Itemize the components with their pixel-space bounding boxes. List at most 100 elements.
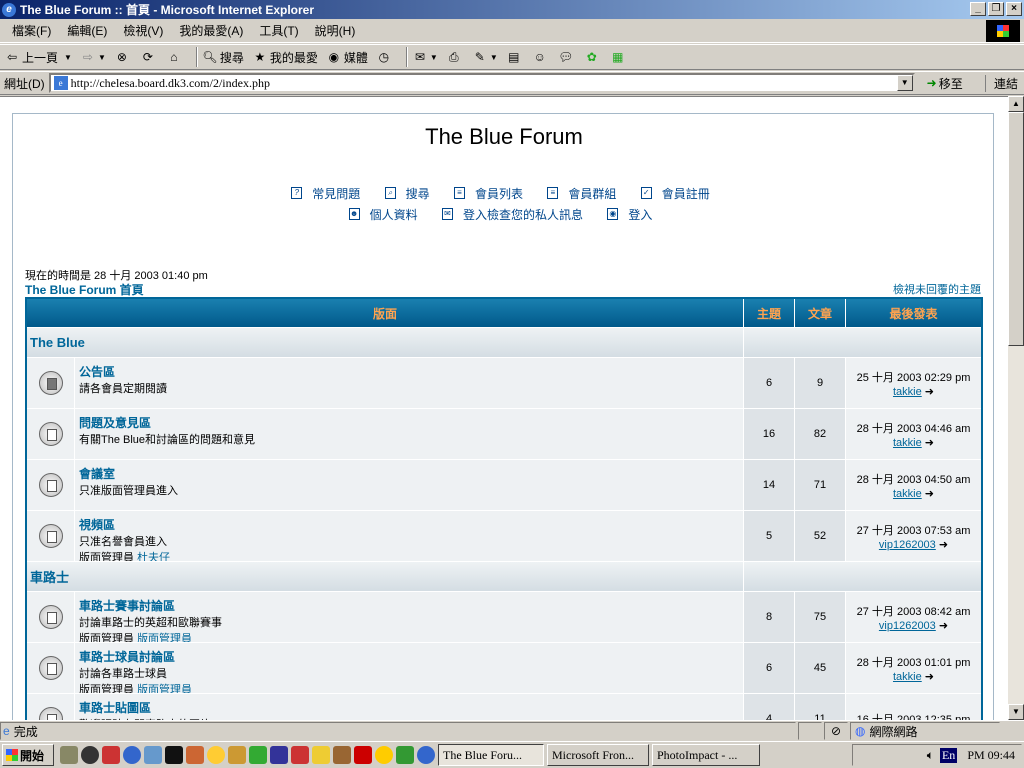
forum-name-link[interactable]: 車路士賽事討論區 — [79, 597, 739, 614]
task-ie[interactable]: The Blue Foru... — [438, 744, 544, 766]
view-latest-icon[interactable]: ➜ — [925, 437, 934, 449]
ql-icon[interactable] — [354, 746, 372, 764]
menu-view[interactable]: 檢視(V) — [115, 22, 171, 39]
category-name[interactable]: The Blue — [27, 328, 744, 357]
unanswered-link[interactable]: 檢視未回覆的主題 — [893, 281, 981, 297]
address-dropdown[interactable]: ▼ — [896, 75, 913, 91]
forum-name-link[interactable]: 車路士貼圖區 — [79, 699, 739, 716]
nav-profile[interactable]: ☻ 個人資料 — [348, 206, 425, 223]
history-button[interactable]: ◷ — [376, 49, 394, 65]
scroll-thumb[interactable] — [1008, 112, 1024, 346]
last-post-user[interactable]: vip1262003 — [879, 620, 936, 632]
scroll-up-button[interactable]: ▲ — [1008, 96, 1024, 112]
last-post-date: 28 十月 2003 04:46 am — [856, 422, 971, 435]
home-button[interactable]: ⌂ — [166, 49, 184, 65]
forum-name-link[interactable]: 會議室 — [79, 465, 739, 482]
view-latest-icon[interactable]: ➜ — [925, 671, 934, 683]
stop-button[interactable]: ⊗ — [114, 49, 132, 65]
forum-name-link[interactable]: 車路士球員討論區 — [79, 648, 739, 665]
scroll-down-button[interactable]: ▼ — [1008, 704, 1024, 720]
go-button[interactable]: ➜ 移至 — [927, 75, 963, 92]
chat-button[interactable]: 💬︎ — [558, 49, 576, 65]
icq-button[interactable]: ✿ — [584, 49, 602, 65]
media-button[interactable]: ◉ 媒體 — [326, 49, 368, 66]
category-name[interactable]: 車路士 — [27, 562, 744, 591]
lite-button[interactable]: ▦ — [610, 49, 628, 65]
nav-memberlist[interactable]: ≡ 會員列表 — [453, 185, 530, 202]
back-button[interactable]: ⇦ 上一頁 ▼ — [4, 49, 72, 66]
edit-button[interactable]: ✎ ▼ — [472, 49, 498, 65]
ql-icon[interactable] — [102, 746, 120, 764]
last-post-user[interactable]: takkie — [893, 671, 922, 683]
task-photoimpact[interactable]: PhotoImpact - ... — [652, 744, 760, 766]
ql-icon[interactable] — [228, 746, 246, 764]
view-latest-icon[interactable]: ➜ — [925, 488, 934, 500]
close-button[interactable]: × — [1006, 2, 1022, 16]
forum-row: 車路士賽事討論區 討論車路士的英超和歐聯賽事 版面管理員 版面管理員 8 75 … — [27, 591, 981, 642]
forum-moderator: 版面管理員 版面管理員 — [79, 630, 739, 642]
forum-name-link[interactable]: 公告區 — [79, 363, 739, 380]
ql-icon[interactable] — [417, 746, 435, 764]
go-arrow-icon: ➜ — [926, 76, 937, 90]
task-frontpage[interactable]: Microsoft Fron... — [547, 744, 649, 766]
forum-info: 會議室 只准版面管理員進入 — [75, 460, 744, 510]
folder-icon — [27, 643, 75, 693]
view-latest-icon[interactable]: ➜ — [925, 386, 934, 398]
last-post-user[interactable]: takkie — [893, 488, 922, 500]
refresh-button[interactable]: ⟳ — [140, 49, 158, 65]
forum-home-link[interactable]: The Blue Forum 首頁 — [25, 281, 144, 298]
ql-icon[interactable] — [123, 746, 141, 764]
last-post-user[interactable]: takkie — [893, 437, 922, 449]
address-input[interactable]: e http://chelesa.board.dk3.com/2/index.p… — [48, 73, 915, 93]
mail-button[interactable]: ✉ ▼ — [412, 49, 438, 65]
vertical-scrollbar[interactable]: ▲ ▼ — [1008, 96, 1024, 720]
ql-icon[interactable] — [186, 746, 204, 764]
nav-groups[interactable]: ≡ 會員群組 — [547, 185, 623, 202]
minimize-button[interactable]: _ — [970, 2, 986, 16]
forum-name-link[interactable]: 視頻區 — [79, 516, 739, 533]
last-post-user[interactable]: takkie — [893, 386, 922, 398]
nav-search[interactable]: ⌕ 搜尋 — [384, 185, 437, 202]
ql-icon[interactable] — [144, 746, 162, 764]
ql-icon[interactable] — [333, 746, 351, 764]
nav-login[interactable]: ◉ 登入 — [607, 206, 659, 223]
lang-indicator[interactable]: En — [939, 747, 958, 763]
nav-messages[interactable]: ✉ 登入檢查您的私人訊息 — [441, 206, 590, 223]
messenger-button[interactable]: ☺ — [532, 49, 550, 65]
ql-icon[interactable] — [312, 746, 330, 764]
ql-icon[interactable] — [270, 746, 288, 764]
moderator-link[interactable]: 杜夫仔 — [137, 552, 170, 561]
view-latest-icon[interactable]: ➜ — [939, 620, 948, 632]
folder-icon — [27, 592, 75, 642]
ql-icon[interactable] — [207, 746, 225, 764]
volume-icon[interactable]: 🔈︎ — [927, 748, 934, 763]
favorites-button[interactable]: ★ 我的最愛 — [252, 49, 317, 66]
ql-icon[interactable] — [291, 746, 309, 764]
ql-icon[interactable] — [396, 746, 414, 764]
ql-icon[interactable] — [249, 746, 267, 764]
ql-icon[interactable] — [375, 746, 393, 764]
menu-favorites[interactable]: 我的最愛(A) — [171, 22, 251, 39]
ql-icon[interactable] — [165, 746, 183, 764]
folder-icon — [27, 409, 75, 459]
search-button[interactable]: 🔍︎ 搜尋 — [202, 49, 244, 66]
forward-button[interactable]: ⇨ ▼ — [80, 49, 106, 65]
ql-icon[interactable] — [60, 746, 78, 764]
menu-tools[interactable]: 工具(T) — [251, 22, 306, 39]
print-button[interactable]: ⎙ — [446, 49, 464, 65]
discuss-button[interactable]: ▤ — [506, 49, 524, 65]
moderator-link[interactable]: 版面管理員 — [137, 633, 192, 642]
restore-button[interactable]: ❐ — [988, 2, 1004, 16]
moderator-link[interactable]: 版面管理員 — [137, 684, 192, 693]
forum-name-link[interactable]: 問題及意見區 — [79, 414, 739, 431]
nav-faq[interactable]: ? 常見問題 — [291, 185, 367, 202]
ql-icon[interactable] — [81, 746, 99, 764]
start-button[interactable]: 開始 — [2, 744, 54, 766]
view-latest-icon[interactable]: ➜ — [939, 539, 948, 551]
last-post-user[interactable]: vip1262003 — [879, 539, 936, 551]
links-button[interactable]: 連結 — [984, 74, 1018, 92]
nav-register[interactable]: ✓ 會員註冊 — [640, 185, 717, 202]
menu-help[interactable]: 說明(H) — [307, 22, 364, 39]
menu-edit[interactable]: 編輯(E) — [59, 22, 115, 39]
menu-file[interactable]: 檔案(F) — [4, 22, 59, 39]
